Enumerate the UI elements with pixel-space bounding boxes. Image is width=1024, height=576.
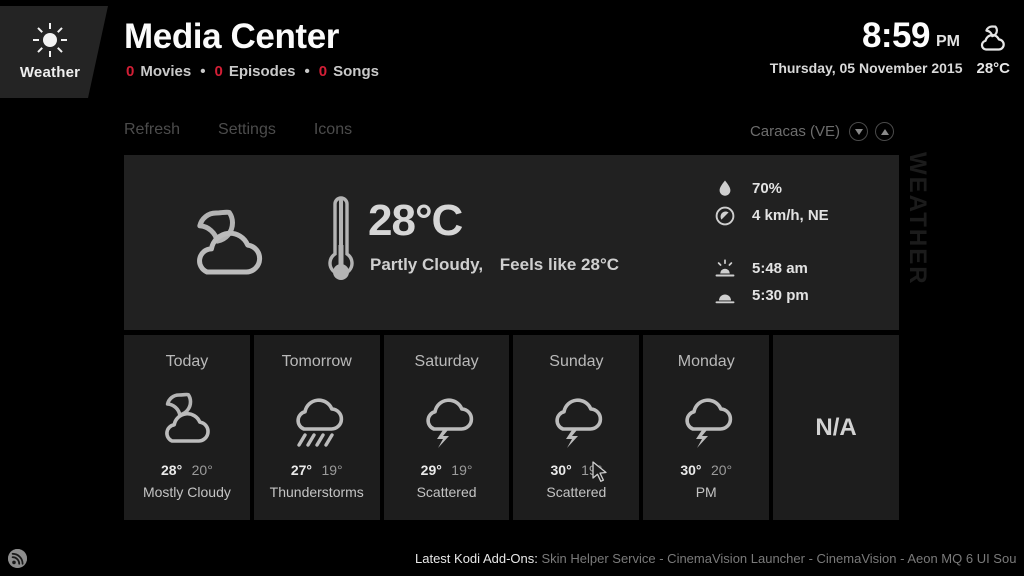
songs-count: 0 bbox=[318, 63, 328, 80]
current-temperature: 28°C bbox=[368, 196, 463, 245]
page-title: Media Center bbox=[124, 17, 339, 56]
sidebar-item-weather[interactable]: Weather bbox=[0, 6, 108, 98]
arrow-up-icon[interactable] bbox=[875, 122, 894, 141]
forecast-card-sunday[interactable]: Sunday 30° 19° Scattered bbox=[513, 335, 640, 520]
arrow-down-icon[interactable] bbox=[849, 122, 868, 141]
forecast-na-label: N/A bbox=[815, 413, 857, 441]
sunrise-icon bbox=[714, 258, 736, 280]
forecast-card-today[interactable]: Today 28° 20° Mostly Cloudy bbox=[124, 335, 250, 520]
forecast-temps: 27° 19° bbox=[254, 462, 380, 480]
forecast-day: Saturday bbox=[414, 353, 479, 370]
rss-ticker-label: Latest Kodi Add-Ons: bbox=[415, 551, 538, 566]
forecast-high: 30° bbox=[550, 462, 572, 478]
weather-watermark: WEATHER bbox=[900, 152, 934, 332]
weather-screen: Weather Media Center 0 Movies • 0 Episod… bbox=[0, 0, 1024, 576]
clock-block: 8:59 PM Thursday, 05 November 2015 28°C bbox=[770, 18, 1010, 77]
moon-cloud-icon bbox=[174, 205, 284, 281]
movies-count: 0 bbox=[126, 63, 135, 80]
forecast-condition: Scattered bbox=[416, 484, 477, 500]
footer: Latest Kodi Add-Ons: Skin Helper Service… bbox=[0, 540, 1024, 576]
wind-value: 4 km/h, NE bbox=[752, 207, 829, 224]
location-selector[interactable]: Caracas (VE) bbox=[750, 122, 894, 141]
storm-cloud-icon bbox=[669, 389, 743, 449]
forecast-day: Sunday bbox=[549, 353, 604, 370]
storm-cloud-icon bbox=[410, 389, 484, 449]
current-condition: Partly Cloudy, Feels like 28°C bbox=[370, 255, 619, 275]
refresh-button[interactable]: Refresh bbox=[124, 121, 180, 139]
thermometer-icon bbox=[324, 193, 358, 293]
sunrise-value: 5:48 am bbox=[752, 260, 808, 277]
clock-time: 8:59 bbox=[861, 16, 931, 55]
count-separator-1: • bbox=[200, 63, 206, 80]
rss-ticker: Latest Kodi Add-Ons: Skin Helper Service… bbox=[415, 549, 1024, 569]
forecast-day: Monday bbox=[677, 353, 735, 370]
humidity-value: 70% bbox=[752, 180, 783, 197]
forecast-temps: 30° 20° bbox=[643, 462, 769, 480]
sunset-icon bbox=[714, 285, 736, 307]
current-details: 70% 4 km/h, NE 5:48 am 5:30 pm bbox=[714, 175, 894, 309]
forecast-low: 19° bbox=[451, 462, 473, 478]
sunset-row: 5:30 pm bbox=[714, 282, 894, 309]
forecast-low: 20° bbox=[191, 462, 213, 478]
sunset-value: 5:30 pm bbox=[752, 287, 809, 304]
episodes-label: Episodes bbox=[228, 63, 296, 80]
movies-label: Movies bbox=[140, 63, 192, 80]
forecast-condition: Mostly Cloudy bbox=[142, 484, 231, 500]
moon-cloud-icon bbox=[974, 23, 1010, 53]
forecast-condition: Scattered bbox=[546, 484, 607, 500]
feels-like-text: Feels like 28°C bbox=[499, 255, 620, 274]
current-condition-text: Partly Cloudy, bbox=[370, 255, 484, 274]
count-separator-2: • bbox=[304, 63, 310, 80]
wind-compass-icon bbox=[714, 205, 736, 227]
mouse-cursor bbox=[592, 461, 608, 483]
forecast-card-unavailable[interactable]: N/A bbox=[773, 335, 899, 520]
clock-meridiem: PM bbox=[936, 33, 960, 50]
storm-cloud-icon bbox=[539, 389, 613, 449]
forecast-card-monday[interactable]: Monday 30° 20° PM bbox=[643, 335, 770, 520]
wind-row: 4 km/h, NE bbox=[714, 202, 894, 229]
rss-icon bbox=[8, 549, 27, 568]
forecast-condition: PM bbox=[695, 484, 717, 500]
forecast-card-tomorrow[interactable]: Tomorrow 27° 19° Thunderstorms bbox=[253, 335, 380, 520]
header-temperature: 28°C bbox=[976, 60, 1010, 77]
sunrise-row: 5:48 am bbox=[714, 255, 894, 282]
forecast-high: 29° bbox=[420, 462, 442, 478]
humidity-row: 70% bbox=[714, 175, 894, 202]
forecast-high: 30° bbox=[680, 462, 702, 478]
current-conditions-panel: 28°C Partly Cloudy, Feels like 28°C 70% bbox=[124, 155, 899, 330]
forecast-low: 19° bbox=[321, 462, 343, 478]
rain-cloud-icon bbox=[280, 389, 354, 449]
forecast-card-saturday[interactable]: Saturday 29° 19° Scattered bbox=[383, 335, 510, 520]
forecast-high: 28° bbox=[161, 462, 183, 478]
sun-icon bbox=[33, 23, 67, 57]
humidity-droplet-icon bbox=[714, 178, 736, 200]
library-counts: 0 Movies • 0 Episodes • 0 Songs bbox=[126, 63, 379, 80]
songs-label: Songs bbox=[333, 63, 379, 80]
settings-button[interactable]: Settings bbox=[218, 121, 276, 139]
forecast-condition: Thunderstorms bbox=[269, 484, 364, 500]
forecast-temps: 29° 19° bbox=[384, 462, 510, 480]
episodes-count: 0 bbox=[214, 63, 223, 80]
sidebar-item-weather-label: Weather bbox=[19, 64, 81, 81]
clock-date: Thursday, 05 November 2015 bbox=[769, 60, 963, 76]
forecast-high: 27° bbox=[290, 462, 313, 478]
forecast-strip: Today 28° 20° Mostly Cloudy Tomorrow 27°… bbox=[124, 335, 899, 520]
forecast-temps: 30° 19° bbox=[513, 462, 639, 480]
rss-ticker-body: Skin Helper Service - CinemaVision Launc… bbox=[537, 551, 1017, 566]
forecast-temps: 28° 20° bbox=[124, 462, 250, 480]
weather-watermark-label: WEATHER bbox=[904, 152, 931, 286]
location-label: Caracas (VE) bbox=[749, 123, 840, 140]
forecast-day: Today bbox=[165, 353, 209, 370]
icons-button[interactable]: Icons bbox=[314, 121, 352, 139]
forecast-low: 20° bbox=[710, 462, 733, 478]
forecast-day: Tomorrow bbox=[281, 353, 352, 370]
header: Weather Media Center 0 Movies • 0 Episod… bbox=[0, 0, 1024, 104]
weather-menu: Refresh Settings Icons bbox=[124, 121, 352, 139]
moon-cloud-icon bbox=[150, 389, 224, 449]
